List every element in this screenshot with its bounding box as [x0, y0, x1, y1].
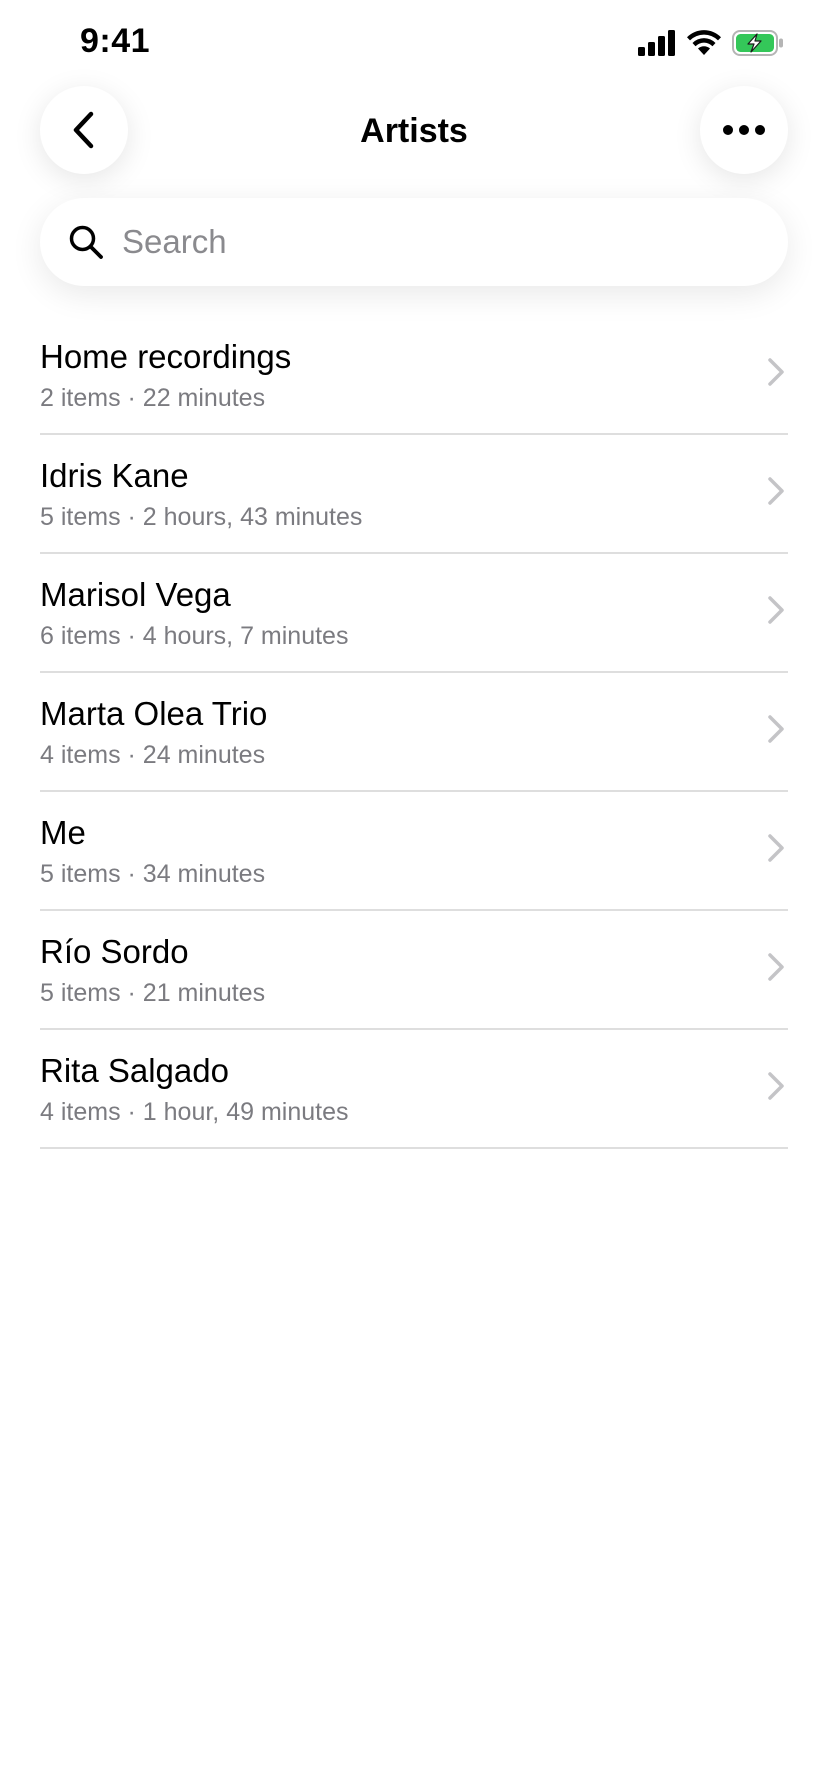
artist-details: 4 items · 1 hour, 49 minutes: [40, 1098, 349, 1126]
chevron-right-icon: [768, 596, 784, 624]
list-item[interactable]: Marta Olea Trio 4 items · 24 minutes: [40, 673, 788, 792]
chevron-right-icon: [768, 477, 784, 505]
cellular-signal-icon: [638, 30, 675, 56]
artist-name: Marisol Vega: [40, 576, 231, 613]
more-options-button[interactable]: [700, 86, 788, 174]
ellipsis-icon: [723, 125, 765, 135]
chevron-right-icon: [768, 1072, 784, 1100]
list-item[interactable]: Me 5 items · 34 minutes: [40, 792, 788, 911]
battery-charging-icon: [732, 30, 783, 56]
artist-name: Marta Olea Trio: [40, 695, 268, 732]
status-time: 9:41: [80, 22, 151, 60]
list-item[interactable]: Río Sordo 5 items · 21 minutes: [40, 911, 788, 1030]
artist-name: Me: [40, 814, 86, 851]
artist-name: Rita Salgado: [40, 1052, 229, 1089]
search-icon: [66, 222, 106, 262]
search-input[interactable]: [120, 222, 744, 262]
list-item[interactable]: Marisol Vega 6 items · 4 hours, 7 minute…: [40, 554, 788, 673]
artist-name: Río Sordo: [40, 933, 189, 970]
artist-details: 2 items · 22 minutes: [40, 384, 266, 412]
artist-details: 6 items · 4 hours, 7 minutes: [40, 622, 349, 650]
list-item[interactable]: Idris Kane 5 items · 2 hours, 43 minutes: [40, 435, 788, 554]
chevron-right-icon: [768, 358, 784, 386]
chevron-right-icon: [768, 953, 784, 981]
navigation-bar: Artists: [0, 86, 828, 182]
status-bar: 9:41: [0, 0, 828, 90]
chevron-right-icon: [768, 715, 784, 743]
wifi-icon: [687, 30, 721, 55]
list-item[interactable]: Home recordings 2 items · 22 minutes: [40, 316, 788, 435]
chevron-right-icon: [768, 834, 784, 862]
artist-list: Home recordings 2 items · 22 minutes Idr…: [40, 316, 788, 1149]
artist-name: Home recordings: [40, 338, 292, 375]
artist-name: Idris Kane: [40, 457, 189, 494]
artist-details: 5 items · 2 hours, 43 minutes: [40, 503, 363, 531]
search-bar[interactable]: [40, 198, 788, 286]
artist-details: 5 items · 21 minutes: [40, 979, 266, 1007]
status-icons: [638, 30, 784, 56]
artist-details: 5 items · 34 minutes: [40, 860, 266, 888]
list-item[interactable]: Rita Salgado 4 items · 1 hour, 49 minute…: [40, 1030, 788, 1149]
artist-details: 4 items · 24 minutes: [40, 741, 266, 769]
